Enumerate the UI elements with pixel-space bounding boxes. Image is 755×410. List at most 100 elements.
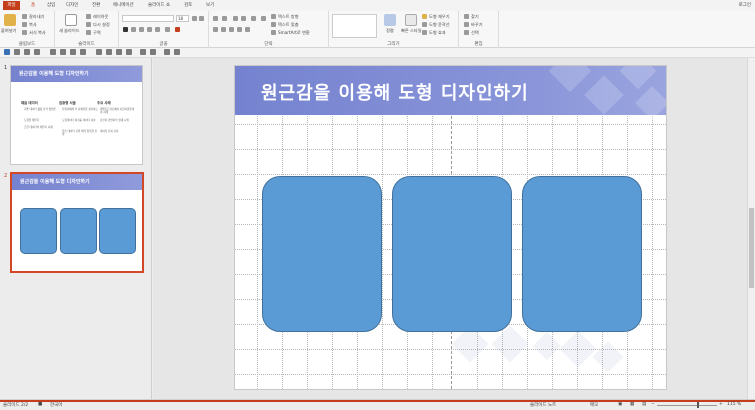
decrease-font-icon[interactable] bbox=[199, 16, 204, 21]
shape-outline-icon[interactable] bbox=[422, 22, 427, 27]
find-button[interactable]: 찾기 bbox=[471, 14, 479, 20]
rounded-rectangle-shape-3[interactable] bbox=[522, 176, 642, 332]
zoom-level[interactable]: 115 % bbox=[727, 402, 741, 407]
font-family-select[interactable] bbox=[122, 15, 174, 22]
shape-effects-button[interactable]: 도형 효과 bbox=[429, 30, 446, 36]
section-button[interactable]: 구역 bbox=[93, 30, 101, 36]
align-text-button[interactable]: 텍스트 맞춤 bbox=[278, 22, 299, 28]
shapes-gallery[interactable] bbox=[332, 14, 377, 38]
align-left-icon[interactable] bbox=[213, 27, 218, 32]
strikethrough-icon[interactable] bbox=[147, 27, 152, 32]
layout-button[interactable]: 레이아웃 bbox=[93, 14, 108, 20]
new-slide-icon[interactable] bbox=[65, 14, 77, 26]
tab-review[interactable]: 검토 bbox=[184, 1, 192, 10]
zoom-in-icon[interactable]: + bbox=[719, 402, 723, 407]
select-button[interactable]: 선택 bbox=[471, 30, 479, 36]
slide-title[interactable]: 원근감을 이용해 도형 디자인하기 bbox=[261, 79, 529, 105]
replace-icon[interactable] bbox=[464, 22, 469, 27]
tab-home[interactable]: 홈 bbox=[31, 1, 35, 10]
toolbar-icon-6[interactable] bbox=[106, 49, 112, 55]
reading-view-icon[interactable]: ▤ bbox=[642, 402, 646, 407]
numbering-icon[interactable] bbox=[222, 16, 227, 21]
login-link[interactable]: 로그인 bbox=[739, 1, 751, 10]
toolbar-icon-12[interactable] bbox=[174, 49, 180, 55]
tab-slideshow[interactable]: 슬라이드 쇼 bbox=[148, 1, 170, 10]
rounded-rectangle-shape-2[interactable] bbox=[392, 176, 512, 332]
notes-button[interactable]: 슬라이드 노트 bbox=[530, 402, 556, 408]
text-direction-icon[interactable] bbox=[271, 14, 276, 19]
repeat-icon[interactable] bbox=[34, 49, 40, 55]
increase-indent-icon[interactable] bbox=[241, 16, 246, 21]
thumbnail-slide-1[interactable]: 원근감을 이용해 도형 디자인하기 채움 데이터 기존 데이터 활용 분석 방법… bbox=[10, 65, 143, 165]
current-slide[interactable]: 원근감을 이용해 도형 디자인하기 bbox=[234, 65, 667, 390]
replace-button[interactable]: 바꾸기 bbox=[471, 22, 483, 28]
toolbar-icon-8[interactable] bbox=[126, 49, 132, 55]
tab-view[interactable]: 보기 bbox=[206, 1, 214, 10]
justify-icon[interactable] bbox=[237, 27, 242, 32]
undo-icon[interactable] bbox=[14, 49, 20, 55]
format-painter-button[interactable]: 서식 복사 bbox=[29, 30, 46, 36]
arrange-icon[interactable] bbox=[384, 14, 396, 26]
shape-fill-button[interactable]: 도형 채우기 bbox=[429, 14, 450, 20]
char-spacing-icon[interactable] bbox=[155, 27, 160, 32]
copy-button[interactable]: 복사 bbox=[29, 22, 37, 28]
arrange-button[interactable]: 정렬 bbox=[386, 28, 394, 34]
tab-animations[interactable]: 애니메이션 bbox=[113, 1, 134, 10]
quick-styles-icon[interactable] bbox=[405, 14, 417, 26]
align-text-icon[interactable] bbox=[271, 22, 276, 27]
distribute-icon[interactable] bbox=[245, 27, 250, 32]
smartart-button[interactable]: SmartArt로 변환 bbox=[278, 30, 310, 36]
normal-view-icon[interactable]: ▣ bbox=[618, 402, 622, 407]
cut-button[interactable]: 잘라내기 bbox=[29, 14, 44, 20]
toolbar-icon-2[interactable] bbox=[60, 49, 66, 55]
text-direction-button[interactable]: 텍스트 방향 bbox=[278, 14, 299, 20]
decrease-indent-icon[interactable] bbox=[233, 16, 238, 21]
cut-icon[interactable] bbox=[22, 14, 27, 19]
new-slide-button[interactable]: 새 슬라이드 bbox=[59, 28, 80, 34]
tab-file[interactable]: 파일 bbox=[3, 1, 20, 10]
align-right-icon[interactable] bbox=[229, 27, 234, 32]
quick-styles-button[interactable]: 빠른 스타일 bbox=[401, 28, 422, 34]
change-case-icon[interactable] bbox=[165, 27, 170, 32]
toolbar-icon-9[interactable] bbox=[140, 49, 146, 55]
section-icon[interactable] bbox=[86, 30, 91, 35]
redo-icon[interactable] bbox=[24, 49, 30, 55]
shape-effects-icon[interactable] bbox=[422, 30, 427, 35]
toolbar-icon-10[interactable] bbox=[150, 49, 156, 55]
vertical-scrollbar[interactable] bbox=[747, 58, 755, 399]
scrollbar-thumb[interactable] bbox=[749, 208, 754, 288]
paste-icon[interactable] bbox=[4, 14, 16, 26]
bullets-icon[interactable] bbox=[213, 16, 218, 21]
align-center-icon[interactable] bbox=[221, 27, 226, 32]
copy-icon[interactable] bbox=[22, 22, 27, 27]
font-size-select[interactable]: 18 bbox=[176, 15, 189, 22]
zoom-out-icon[interactable]: − bbox=[651, 402, 655, 407]
tab-transitions[interactable]: 전환 bbox=[92, 1, 100, 10]
line-spacing-icon[interactable] bbox=[251, 16, 256, 21]
toolbar-icon-1[interactable] bbox=[50, 49, 56, 55]
font-color-icon[interactable] bbox=[175, 27, 180, 32]
toolbar-icon-11[interactable] bbox=[164, 49, 170, 55]
tab-insert[interactable]: 삽입 bbox=[47, 1, 55, 10]
toolbar-icon-3[interactable] bbox=[70, 49, 76, 55]
language-status[interactable]: 한국어 bbox=[50, 402, 62, 408]
spellcheck-icon[interactable]: ■ bbox=[38, 402, 42, 407]
format-painter-icon[interactable] bbox=[22, 30, 27, 35]
zoom-slider[interactable] bbox=[657, 405, 717, 406]
layout-icon[interactable] bbox=[86, 14, 91, 19]
tab-design[interactable]: 디자인 bbox=[66, 1, 78, 10]
columns-icon[interactable] bbox=[261, 16, 266, 21]
reset-icon[interactable] bbox=[86, 22, 91, 27]
paste-button[interactable]: 붙여넣기 bbox=[1, 28, 16, 34]
slide-sorter-icon[interactable]: ▦ bbox=[630, 402, 634, 407]
toolbar-icon-4[interactable] bbox=[80, 49, 86, 55]
smartart-icon[interactable] bbox=[271, 30, 276, 35]
save-icon[interactable] bbox=[4, 49, 10, 55]
underline-icon[interactable] bbox=[139, 27, 144, 32]
increase-font-icon[interactable] bbox=[192, 16, 197, 21]
toolbar-icon-7[interactable] bbox=[116, 49, 122, 55]
shape-fill-icon[interactable] bbox=[422, 14, 427, 19]
zoom-slider-knob[interactable] bbox=[697, 402, 699, 408]
comments-button[interactable]: 메모 bbox=[590, 402, 598, 408]
thumbnail-slide-2[interactable]: 원근감을 이용해 도형 디자인하기 bbox=[10, 172, 144, 273]
